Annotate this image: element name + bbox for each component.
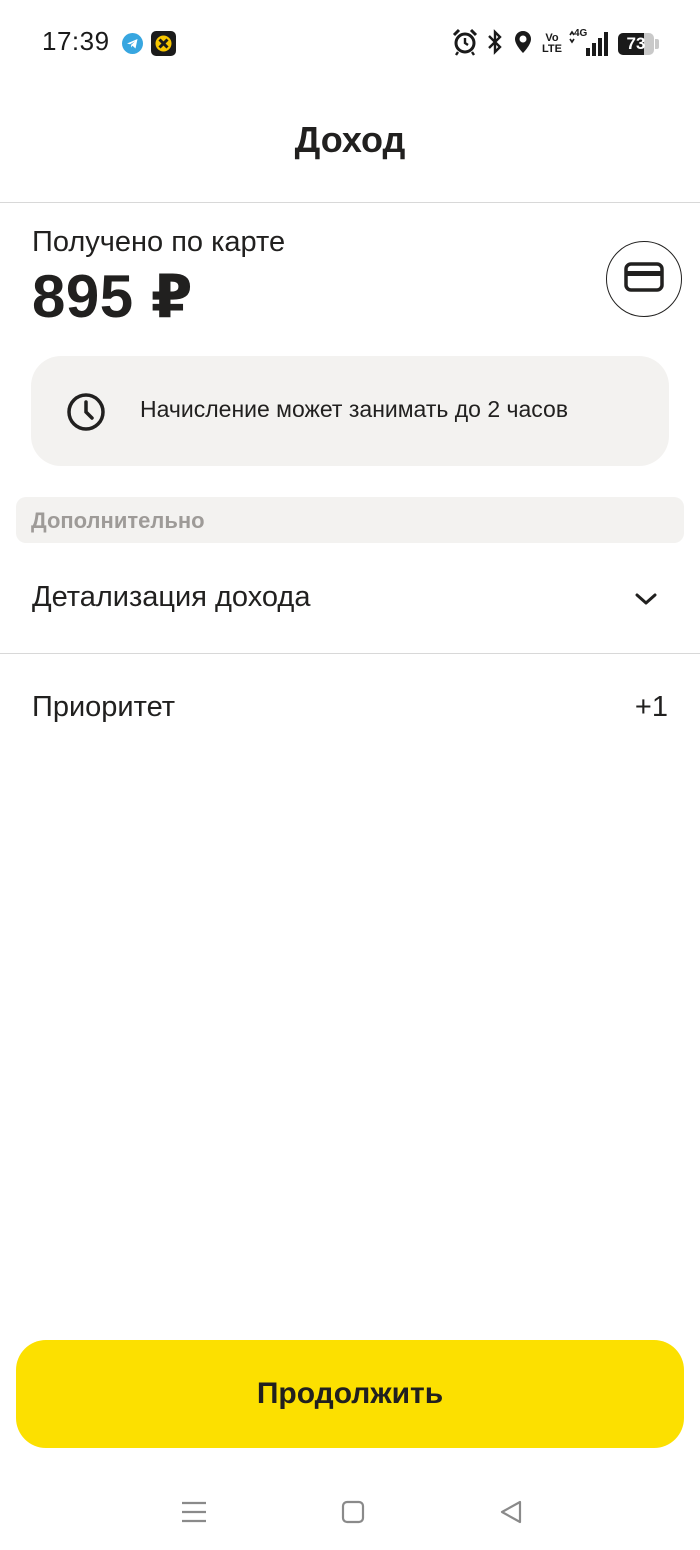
income-details-row[interactable]: Детализация дохода	[0, 545, 700, 654]
notice-box: Начисление может занимать до 2 часов	[31, 356, 669, 466]
battery-tip	[655, 39, 659, 49]
menu-icon[interactable]	[174, 1492, 214, 1532]
continue-button[interactable]: Продолжить	[16, 1340, 684, 1448]
status-time: 17:39	[42, 26, 110, 56]
status-icons: Vo LTE 4G 73	[452, 28, 660, 60]
system-nav-bar	[0, 1470, 700, 1550]
app-notification-icon	[151, 31, 176, 56]
bluetooth-icon	[486, 28, 504, 60]
card-icon	[624, 261, 664, 297]
telegram-icon	[122, 33, 143, 54]
income-details-label: Детализация дохода	[32, 581, 311, 613]
volte-bottom: LTE	[542, 43, 562, 55]
section-label: Дополнительно	[31, 508, 205, 533]
header: Доход	[0, 88, 700, 203]
signal-icon: 4G	[568, 28, 610, 58]
income-amount: 895 ₽	[32, 263, 194, 330]
alarm-icon	[452, 28, 478, 61]
page-title: Доход	[294, 119, 406, 160]
notice-text: Начисление может занимать до 2 часов	[140, 396, 569, 422]
location-icon	[512, 29, 534, 60]
card-button[interactable]	[606, 241, 682, 317]
back-icon[interactable]	[491, 1492, 531, 1532]
priority-row: Приоритет +1	[0, 654, 700, 762]
battery-level: 73	[626, 34, 646, 53]
chevron-down-icon	[633, 590, 659, 608]
clock-icon	[66, 392, 106, 432]
priority-label: Приоритет	[32, 691, 176, 723]
battery-icon: 73	[618, 33, 660, 55]
status-bar: 17:39 Vo LTE 4G 73	[0, 0, 700, 88]
home-icon[interactable]	[333, 1492, 373, 1532]
received-label: Получено по карте	[32, 226, 286, 258]
volte-icon: Vo LTE	[542, 33, 562, 55]
section-header: Дополнительно	[16, 497, 684, 543]
priority-value: +1	[634, 691, 668, 723]
